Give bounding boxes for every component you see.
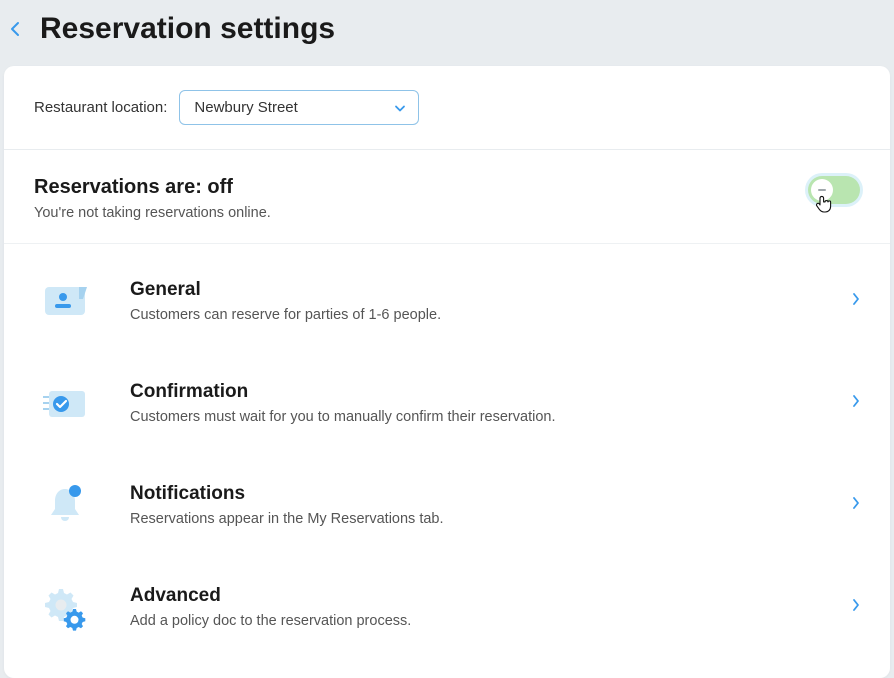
chevron-right-icon xyxy=(852,496,860,515)
chevron-left-icon xyxy=(10,21,20,37)
chevron-right-icon xyxy=(852,292,860,311)
settings-card: Restaurant location: Newbury Street Rese… xyxy=(4,66,890,678)
location-select[interactable]: Newbury Street xyxy=(179,90,419,125)
advanced-icon xyxy=(34,582,96,632)
back-button[interactable] xyxy=(4,18,26,40)
item-title: General xyxy=(130,279,818,301)
settings-list: General Customers can reserve for partie… xyxy=(4,244,890,678)
status-description: You're not taking reservations online. xyxy=(34,205,271,221)
general-icon xyxy=(34,276,96,326)
settings-item-confirmation[interactable]: Confirmation Customers must wait for you… xyxy=(34,352,860,454)
status-title: Reservations are: off xyxy=(34,176,271,199)
toggle-knob xyxy=(811,179,833,201)
chevron-right-icon xyxy=(852,394,860,413)
item-description: Customers must wait for you to manually … xyxy=(130,409,818,425)
notifications-icon xyxy=(34,480,96,530)
confirmation-icon xyxy=(34,378,96,428)
item-title: Confirmation xyxy=(130,381,818,403)
location-label: Restaurant location: xyxy=(34,99,167,116)
location-selected: Newbury Street xyxy=(194,99,297,116)
item-description: Reservations appear in the My Reservatio… xyxy=(130,511,818,527)
item-title: Advanced xyxy=(130,585,818,607)
item-description: Customers can reserve for parties of 1-6… xyxy=(130,307,818,323)
chevron-right-icon xyxy=(852,598,860,617)
chevron-down-icon xyxy=(394,99,406,116)
settings-item-advanced[interactable]: Advanced Add a policy doc to the reserva… xyxy=(34,556,860,658)
status-section: Reservations are: off You're not taking … xyxy=(4,150,890,244)
item-title: Notifications xyxy=(130,483,818,505)
settings-item-notifications[interactable]: Notifications Reservations appear in the… xyxy=(34,454,860,556)
reservations-toggle[interactable] xyxy=(808,176,860,204)
settings-item-general[interactable]: General Customers can reserve for partie… xyxy=(34,250,860,352)
item-description: Add a policy doc to the reservation proc… xyxy=(130,613,818,629)
page-title: Reservation settings xyxy=(40,12,335,46)
location-bar: Restaurant location: Newbury Street xyxy=(4,66,890,150)
